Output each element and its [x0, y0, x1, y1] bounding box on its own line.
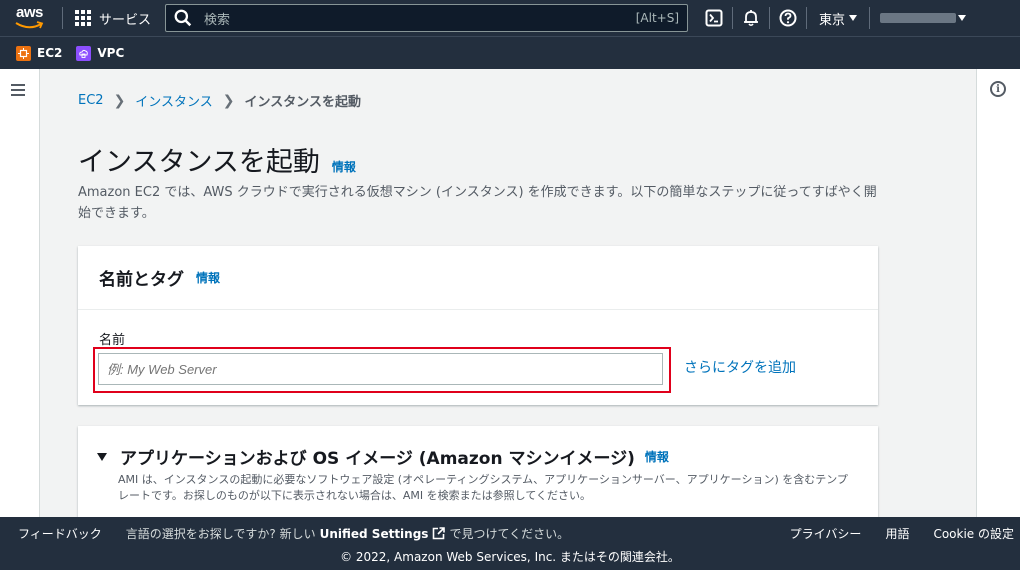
left-navigation-rail — [0, 69, 40, 517]
terms-link[interactable]: 用語 — [885, 525, 909, 542]
privacy-link[interactable]: プライバシー — [790, 525, 862, 542]
name-field-label: 名前 — [99, 333, 126, 348]
favorites-bar: EC2 VPC — [0, 36, 1020, 69]
cloudshell-button[interactable] — [696, 0, 732, 36]
footer: フィードバック 言語の選択をお探しですか? 新しい Unified Settin… — [0, 517, 1020, 570]
ami-heading: アプリケーションおよび OS イメージ (Amazon マシンイメージ) — [120, 449, 635, 469]
account-caret-down-icon[interactable] — [958, 15, 967, 21]
aws-logo[interactable]: aws — [12, 0, 62, 36]
services-grid-icon — [75, 10, 91, 26]
ami-header[interactable]: アプリケーションおよび OS イメージ (Amazon マシンイメージ) 情報 — [97, 444, 669, 469]
notifications-button[interactable] — [733, 0, 769, 36]
info-icon[interactable]: i — [990, 81, 1006, 97]
services-menu-button[interactable]: サービス — [75, 9, 151, 28]
name-and-tags-info-link[interactable]: 情報 — [196, 269, 220, 286]
ec2-service-icon — [16, 45, 31, 61]
add-more-tags-link[interactable]: さらにタグを追加 — [684, 357, 796, 377]
breadcrumb: EC2 ❯ インスタンス ❯ インスタンスを起動 — [78, 91, 361, 111]
services-label: サービス — [99, 12, 152, 28]
page-header: インスタンスを起動 情報 — [78, 140, 356, 179]
page-description: Amazon EC2 では、AWS クラウドで実行される仮想マシン (インスタン… — [78, 185, 877, 221]
aws-smile-icon — [15, 21, 44, 29]
copyright: © 2022, Amazon Web Services, Inc. またはその関… — [340, 550, 680, 564]
search-icon — [174, 9, 192, 27]
vpc-service-icon — [76, 45, 92, 61]
help-button[interactable] — [770, 0, 806, 36]
cookie-settings-link[interactable]: Cookie の設定 — [933, 525, 1014, 542]
breadcrumb-current: インスタンスを起動 — [244, 95, 361, 110]
language-note-suffix: で見つけてください。 — [449, 527, 570, 541]
ami-description: AMI は、インスタンスの起動に必要なソフトウェア設定 (オペレーティングシステ… — [118, 473, 848, 502]
caret-down-icon — [849, 15, 858, 21]
right-help-rail: i — [976, 69, 1020, 517]
chevron-right-icon: ❯ — [222, 92, 235, 109]
language-note: 言語の選択をお探しですか? 新しい Unified Settings で見つけて… — [126, 525, 569, 542]
ami-panel: アプリケーションおよび OS イメージ (Amazon マシンイメージ) 情報 … — [78, 426, 878, 517]
name-and-tags-panel: 名前とタグ 情報 名前 さらにタグを追加 — [78, 246, 878, 405]
chevron-right-icon: ❯ — [113, 92, 126, 109]
page-title: インスタンスを起動 — [78, 147, 320, 178]
nav-divider — [869, 7, 871, 29]
region-selector[interactable]: 東京 — [807, 9, 869, 28]
top-navigation: aws サービス 検索 [Alt+S] 東京 — [0, 0, 1020, 36]
favorite-vpc-label: VPC — [97, 46, 125, 60]
favorite-ec2[interactable]: EC2 — [16, 45, 63, 61]
feedback-link[interactable]: フィードバック — [18, 525, 102, 542]
name-and-tags-header: 名前とタグ 情報 — [78, 246, 878, 310]
language-note-prefix: 言語の選択をお探しですか? 新しい — [125, 527, 316, 541]
name-and-tags-heading: 名前とタグ — [99, 270, 184, 290]
help-icon — [779, 9, 797, 27]
page-info-link[interactable]: 情報 — [332, 158, 356, 175]
breadcrumb-ec2[interactable]: EC2 — [78, 93, 104, 108]
nav-divider — [62, 7, 63, 29]
menu-icon[interactable] — [11, 84, 25, 99]
bell-icon — [744, 10, 759, 27]
name-input[interactable] — [98, 353, 663, 385]
footer-right-links: プライバシー 用語 Cookie の設定 — [790, 525, 1014, 542]
favorite-vpc[interactable]: VPC — [76, 45, 125, 61]
aws-logo-text: aws — [16, 4, 43, 21]
favorite-ec2-label: EC2 — [37, 46, 63, 60]
terminal-icon — [705, 9, 723, 27]
external-link-icon — [433, 527, 446, 540]
search-input[interactable]: 検索 [Alt+S] — [165, 4, 689, 32]
region-label: 東京 — [819, 12, 846, 28]
ami-info-link[interactable]: 情報 — [645, 448, 669, 465]
account-name-redacted[interactable] — [880, 13, 957, 23]
breadcrumb-instances[interactable]: インスタンス — [135, 91, 212, 110]
unified-settings-link[interactable]: Unified Settings — [320, 527, 429, 541]
caret-down-icon[interactable] — [97, 452, 107, 461]
search-shortcut: [Alt+S] — [635, 11, 680, 25]
search-placeholder: 検索 — [204, 12, 231, 28]
footer-links-row: フィードバック 言語の選択をお探しですか? 新しい Unified Settin… — [18, 525, 1014, 542]
